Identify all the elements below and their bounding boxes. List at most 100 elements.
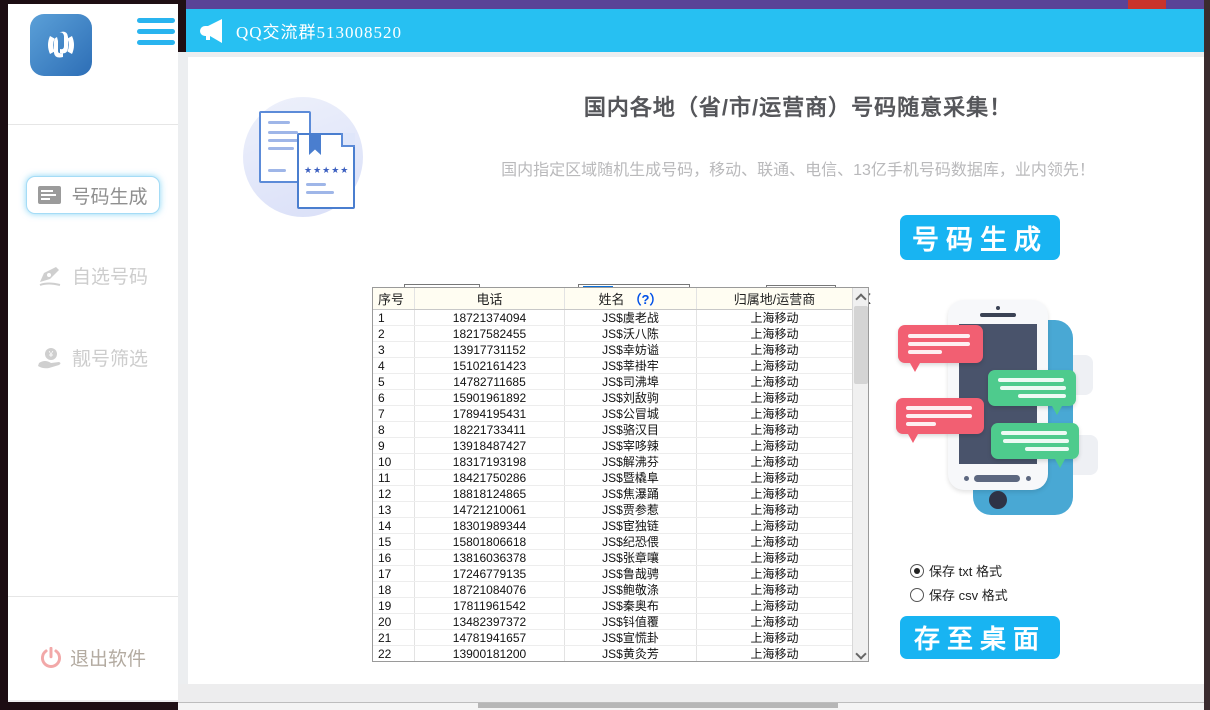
table-row[interactable]: 913918487427JS$宰哆辣上海移动 <box>373 438 852 454</box>
scrollbar-thumb[interactable] <box>854 306 868 384</box>
table-row[interactable]: 1418301989344JS$宦独链上海移动 <box>373 518 852 534</box>
table-row[interactable]: 1613816036378JS$张章嚷上海移动 <box>373 550 852 566</box>
table-cell-name: JS$鲁哉骋 <box>565 566 697 581</box>
table-cell-region: 上海移动 <box>697 486 852 501</box>
table-cell-region: 上海移动 <box>697 406 852 421</box>
table-cell-region: 上海移动 <box>697 326 852 341</box>
table-cell-name: JS$宣慌卦 <box>565 630 697 645</box>
chat-bubble-pink <box>896 398 984 434</box>
table-cell-name: JS$张章嚷 <box>565 550 697 565</box>
table-row[interactable]: 2114781941657JS$宣慌卦上海移动 <box>373 630 852 646</box>
window-bottom-strip <box>8 684 1204 702</box>
table-row[interactable]: 218217582455JS$沃八陈上海移动 <box>373 326 852 342</box>
save-txt-option[interactable]: 保存 txt 格式 <box>910 561 1002 580</box>
table-cell-phone: 17894195431 <box>415 406 565 421</box>
table-cell-name: JS$纪恐偎 <box>565 534 697 549</box>
table-cell-phone: 15901961892 <box>415 390 565 405</box>
list-document-icon <box>38 186 61 204</box>
table-cell-region: 上海移动 <box>697 598 852 613</box>
table-cell-region: 上海移动 <box>697 342 852 357</box>
table-cell-name: JS$沃八陈 <box>565 326 697 341</box>
table-row[interactable]: 1515801806618JS$纪恐偎上海移动 <box>373 534 852 550</box>
table-cell-region: 上海移动 <box>697 422 852 437</box>
exit-app-button[interactable]: 退出软件 <box>8 644 178 671</box>
table-row[interactable]: 615901961892JS$刘敌驹上海移动 <box>373 390 852 406</box>
table-cell-name: JS$幸妨谥 <box>565 342 697 357</box>
app-logo-glyph <box>41 25 81 65</box>
table-cell-region: 上海移动 <box>697 630 852 645</box>
table-cell-region: 上海移动 <box>697 614 852 629</box>
chat-bubble-pink <box>898 325 983 363</box>
table-cell-no: 9 <box>373 438 415 453</box>
table-cell-phone: 13900181200 <box>415 646 565 661</box>
table-row[interactable]: 514782711685JS$司沸埠上海移动 <box>373 374 852 390</box>
scroll-up-arrow[interactable] <box>854 288 868 303</box>
table-row[interactable]: 1314721210061JS$贾参惹上海移动 <box>373 502 852 518</box>
table-cell-no: 16 <box>373 550 415 565</box>
table-cell-no: 13 <box>373 502 415 517</box>
table-row[interactable]: 415102161423JS$莘褂牢上海移动 <box>373 358 852 374</box>
sidebar-item-custom-number[interactable]: 自选号码 <box>8 262 178 289</box>
table-row[interactable]: 1018317193198JS$解沸芬上海移动 <box>373 454 852 470</box>
save-csv-option[interactable]: 保存 csv 格式 <box>910 585 1008 604</box>
radio-txt[interactable] <box>910 564 924 578</box>
page-subtitle: 国内指定区域随机生成号码，移动、联通、电信、13亿手机号码数据库，业内领先！ <box>388 156 1208 180</box>
table-cell-no: 18 <box>373 582 415 597</box>
table-cell-name: JS$黄灸芳 <box>565 646 697 661</box>
table-cell-no: 21 <box>373 630 415 645</box>
name-help-link[interactable]: （?） <box>629 289 663 308</box>
table-cell-name: JS$解沸芬 <box>565 454 697 469</box>
table-row[interactable]: 1118421750286JS$暨橇阜上海移动 <box>373 470 852 486</box>
generate-button[interactable]: 号码生成 <box>900 215 1060 260</box>
chat-bubble-green <box>988 370 1076 406</box>
svg-text:¥: ¥ <box>48 350 54 359</box>
table-row[interactable]: 2013482397372JS$钭值覆上海移动 <box>373 614 852 630</box>
table-cell-no: 15 <box>373 534 415 549</box>
sidebar-divider <box>8 124 178 125</box>
chat-bubble-green <box>991 423 1079 459</box>
table-cell-name: JS$暨橇阜 <box>565 470 697 485</box>
background-window-edge <box>178 702 1204 710</box>
table-row[interactable]: 2213900181200JS$黄灸芳上海移动 <box>373 646 852 661</box>
announcement-banner: QQ交流群513008520 <box>186 9 1204 52</box>
table-row[interactable]: 717894195431JS$公冒城上海移动 <box>373 406 852 422</box>
table-cell-phone: 17246779135 <box>415 566 565 581</box>
table-scrollbar[interactable] <box>852 288 868 661</box>
sidebar-item-number-generate[interactable]: 号码生成 <box>26 176 160 214</box>
table-cell-no: 5 <box>373 374 415 389</box>
sidebar-item-label: 号码生成 <box>71 182 147 209</box>
table-cell-region: 上海移动 <box>697 470 852 485</box>
menu-hamburger-icon[interactable] <box>137 18 175 48</box>
table-row[interactable]: 1218818124865JS$焦瀑踊上海移动 <box>373 486 852 502</box>
sidebar-item-nice-number-filter[interactable]: ¥ 靓号筛选 <box>8 344 178 371</box>
table-cell-phone: 14781941657 <box>415 630 565 645</box>
power-icon <box>40 647 62 669</box>
exit-label: 退出软件 <box>70 644 146 671</box>
background-scrollbar <box>478 703 838 708</box>
table-cell-no: 4 <box>373 358 415 373</box>
table-row[interactable]: 118721374094JS$虞老战上海移动 <box>373 310 852 326</box>
save-txt-label: 保存 txt 格式 <box>929 561 1002 580</box>
table-row[interactable]: 313917731152JS$幸妨谥上海移动 <box>373 342 852 358</box>
save-to-desktop-button[interactable]: 存至桌面 <box>900 616 1060 659</box>
scroll-down-arrow[interactable] <box>854 646 868 661</box>
table-row[interactable]: 1818721084076JS$鲍敬涤上海移动 <box>373 582 852 598</box>
radio-csv[interactable] <box>910 588 924 602</box>
table-cell-no: 1 <box>373 310 415 325</box>
results-table: 序号 电话 姓名 （?） 归属地/运营商 118721374094JS$虞老战上… <box>372 287 869 662</box>
sidebar-item-label: 靓号筛选 <box>72 344 148 371</box>
table-cell-phone: 18421750286 <box>415 470 565 485</box>
table-row[interactable]: 1917811961542JS$秦奥布上海移动 <box>373 598 852 614</box>
table-cell-region: 上海移动 <box>697 358 852 373</box>
table-row[interactable]: 1717246779135JS$鲁哉骋上海移动 <box>373 566 852 582</box>
table-cell-no: 22 <box>373 646 415 661</box>
table-row[interactable]: 818221733411JS$骆汉目上海移动 <box>373 422 852 438</box>
main-card: 国内各地（省/市/运营商）号码随意采集！ 国内指定区域随机生成号码，移动、联通、… <box>188 57 1204 684</box>
table-cell-phone: 18317193198 <box>415 454 565 469</box>
table-cell-name: JS$秦奥布 <box>565 598 697 613</box>
app-logo <box>30 14 92 76</box>
sidebar-item-label: 自选号码 <box>72 262 148 289</box>
table-cell-no: 10 <box>373 454 415 469</box>
table-cell-phone: 18217582455 <box>415 326 565 341</box>
table-cell-name: JS$宦独链 <box>565 518 697 533</box>
